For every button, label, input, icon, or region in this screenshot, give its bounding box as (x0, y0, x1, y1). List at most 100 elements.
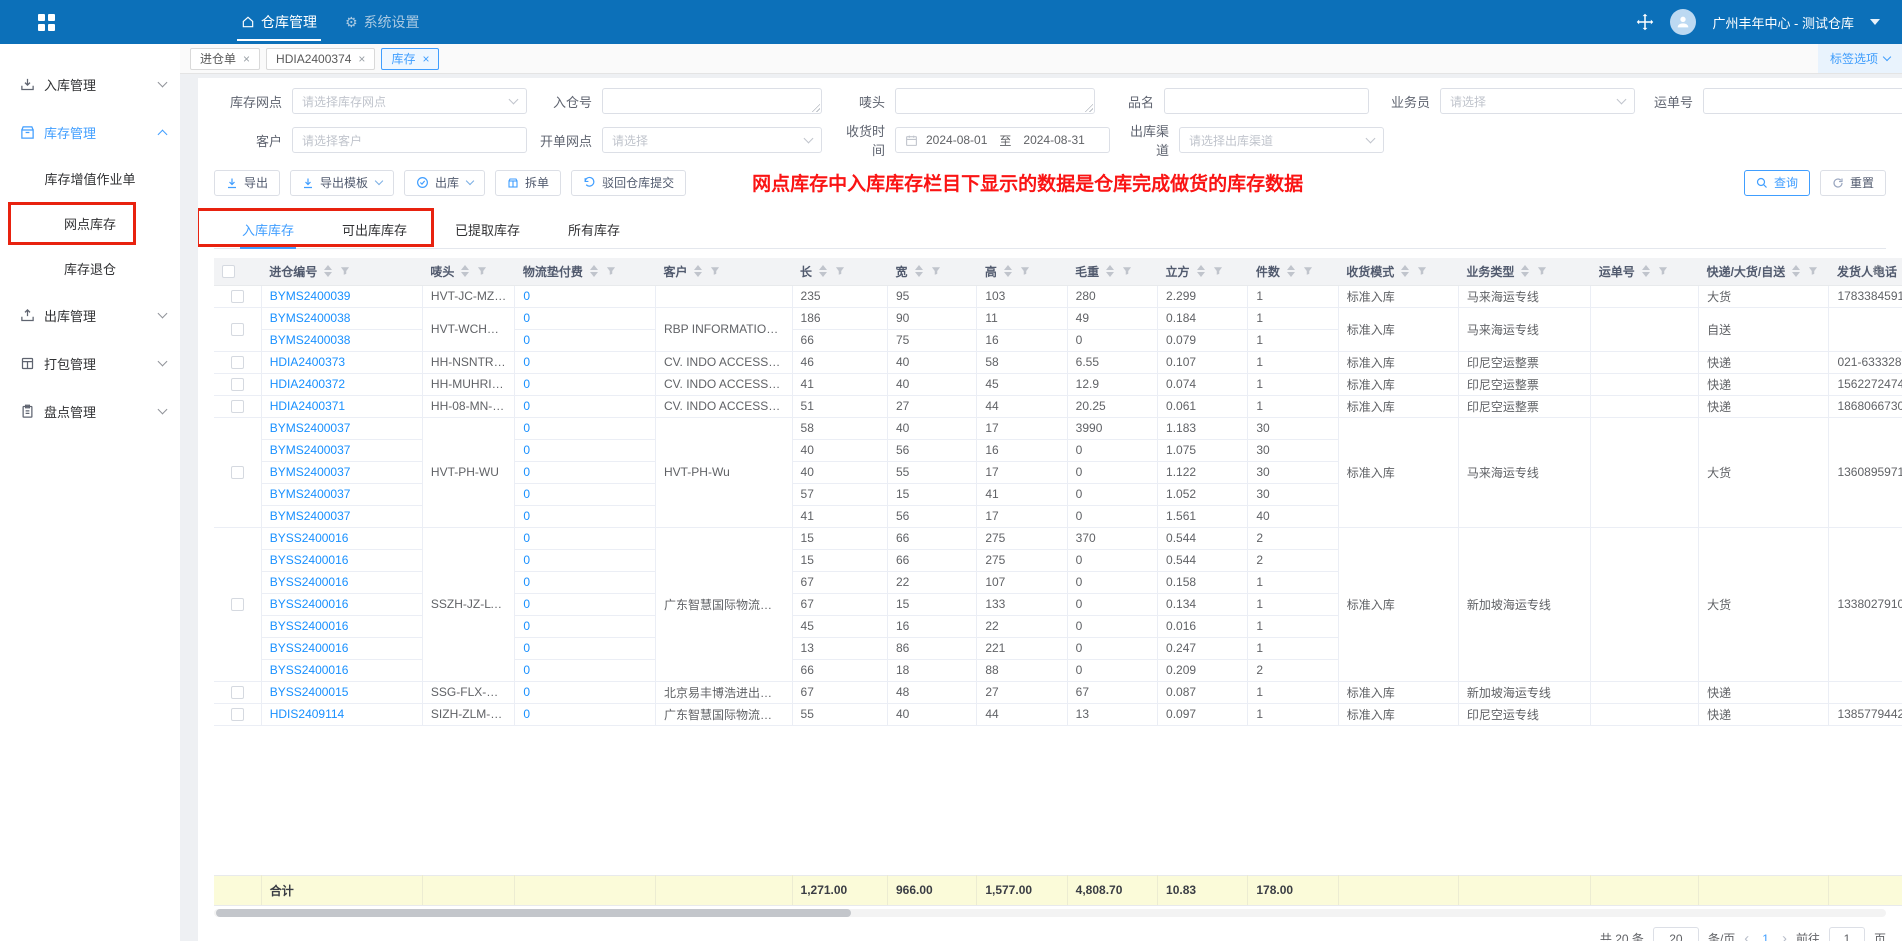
sort-icon[interactable] (590, 265, 598, 277)
filter-funnel-icon[interactable] (606, 266, 616, 276)
move-icon[interactable] (1636, 13, 1654, 31)
next-page-icon[interactable]: › (1782, 930, 1787, 941)
page-size-input[interactable]: 20 (1653, 927, 1699, 941)
fee-link[interactable]: 0 (523, 707, 530, 721)
column-header-pcs[interactable]: 件数 (1248, 258, 1338, 285)
entry-code-link[interactable]: BYSS2400016 (270, 575, 349, 589)
fee-link[interactable]: 0 (523, 487, 530, 501)
user-warehouse-label[interactable]: 广州丰年中心 - 测试仓库 (1712, 13, 1854, 32)
table-row[interactable]: BYSS2400016SSZH-JZ-LYGJ03980广东智慧国际物流有限..… (214, 527, 1902, 549)
sidebar-subitem-site-inventory[interactable]: 网点库存 (0, 201, 180, 246)
sort-icon[interactable] (324, 265, 332, 277)
column-header-waybill[interactable]: 运单号 (1591, 258, 1699, 285)
fee-link[interactable]: 0 (523, 465, 530, 479)
nav-item-settings[interactable]: ⚙ 系统设置 (331, 0, 434, 44)
tab-inventory[interactable]: 库存 × (381, 48, 439, 70)
resize-handle[interactable] (811, 103, 820, 112)
filter-funnel-icon[interactable] (1808, 266, 1818, 276)
table-row[interactable]: HDIA2400371HH-08-MN-FERRY0CV. INDO ACCES… (214, 395, 1902, 417)
row-checkbox[interactable] (231, 598, 244, 611)
fee-link[interactable]: 0 (523, 531, 530, 545)
scrollbar-thumb[interactable] (216, 909, 851, 917)
filter-funnel-icon[interactable] (1658, 266, 1668, 276)
close-icon[interactable]: × (243, 52, 250, 66)
reset-button[interactable]: 重置 (1820, 170, 1886, 196)
row-checkbox[interactable] (231, 323, 244, 336)
entry-code-link[interactable]: BYSS2400016 (270, 663, 349, 677)
fee-link[interactable]: 0 (523, 619, 530, 633)
sort-icon[interactable] (1004, 265, 1012, 277)
subtab-all-inventory[interactable]: 所有库存 (566, 211, 622, 248)
sort-icon[interactable] (694, 265, 702, 277)
fee-link[interactable]: 0 (523, 399, 530, 413)
column-header-weight[interactable]: 毛重 (1067, 258, 1157, 285)
sidebar-item-outbound[interactable]: 出库管理 (0, 291, 180, 339)
entry-code-link[interactable]: BYMS2400037 (270, 465, 351, 479)
warehouse-entry-no-input[interactable] (602, 88, 822, 114)
row-checkbox[interactable] (231, 356, 244, 369)
column-header-mark[interactable]: 唛头 (422, 258, 514, 285)
current-page[interactable]: 1 (1758, 932, 1773, 941)
product-name-input[interactable] (1164, 88, 1369, 114)
filter-funnel-icon[interactable] (340, 266, 350, 276)
entry-code-link[interactable]: BYSS2400016 (270, 597, 349, 611)
fee-link[interactable]: 0 (523, 377, 530, 391)
select-all-checkbox[interactable] (222, 265, 235, 278)
horizontal-scrollbar[interactable] (214, 909, 1886, 917)
apps-grid-icon[interactable] (38, 14, 55, 31)
tag-options-button[interactable]: 标签选项 (1818, 44, 1902, 73)
salesman-select[interactable]: 请选择 (1440, 88, 1635, 114)
fee-link[interactable]: 0 (523, 421, 530, 435)
shipping-mark-input[interactable] (895, 88, 1095, 114)
column-header-len[interactable]: 长 (792, 258, 887, 285)
fee-link[interactable]: 0 (523, 355, 530, 369)
table-row[interactable]: BYMS2400038HVT-WCHA-NEWAY0RBP INFORMATIO… (214, 307, 1902, 329)
column-header-delivery[interactable]: 快递/大货/自送 (1699, 258, 1829, 285)
column-header-fee[interactable]: 物流垫付费 (515, 258, 656, 285)
query-button[interactable]: 查询 (1744, 170, 1810, 196)
close-icon[interactable]: × (422, 52, 429, 66)
column-header-biztype[interactable]: 业务类型 (1458, 258, 1590, 285)
column-header-cbm[interactable]: 立方 (1158, 258, 1248, 285)
split-order-button[interactable]: 拆单 (495, 170, 561, 196)
nav-item-warehouse[interactable]: 仓库管理 (227, 0, 331, 44)
waybill-no-input[interactable] (1703, 88, 1902, 114)
entry-code-link[interactable]: BYMS2400037 (270, 509, 351, 523)
sidebar-item-inventory[interactable]: 库存管理 (0, 108, 180, 156)
column-header-hgt[interactable]: 高 (977, 258, 1067, 285)
entry-code-link[interactable]: BYSS2400016 (270, 641, 349, 655)
fee-link[interactable]: 0 (523, 663, 530, 677)
fee-link[interactable]: 0 (523, 289, 530, 303)
tab-inbound-order[interactable]: 进仓单 × (190, 48, 260, 70)
entry-code-link[interactable]: HDIA2400372 (270, 377, 345, 391)
entry-code-link[interactable]: HDIA2400371 (270, 399, 345, 413)
filter-funnel-icon[interactable] (931, 266, 941, 276)
entry-code-link[interactable]: HDIA2400373 (270, 355, 345, 369)
filter-funnel-icon[interactable] (1122, 266, 1132, 276)
entry-code-link[interactable]: BYMS2400037 (270, 443, 351, 457)
filter-funnel-icon[interactable] (835, 266, 845, 276)
entry-code-link[interactable]: BYMS2400038 (270, 333, 351, 347)
subtab-inbound-inventory[interactable]: 入库库存 (240, 211, 296, 248)
sidebar-subitem-value-added-order[interactable]: 库存增值作业单 (0, 156, 180, 201)
table-row[interactable]: BYMS2400037HVT-PH-WU0HVT-PH-Wu5840173990… (214, 417, 1902, 439)
reject-submit-button[interactable]: 驳回仓库提交 (571, 170, 686, 196)
fee-link[interactable]: 0 (523, 597, 530, 611)
sidebar-item-packing[interactable]: 打包管理 (0, 339, 180, 387)
table-row[interactable]: BYSS2400015SSG-FLX-MZKR0北京易丰博浩进出口有...674… (214, 681, 1902, 703)
filter-funnel-icon[interactable] (710, 266, 720, 276)
column-header-code[interactable]: 进仓编号 (261, 258, 422, 285)
column-header-customer[interactable]: 客户 (655, 258, 792, 285)
fee-link[interactable]: 0 (523, 333, 530, 347)
entry-code-link[interactable]: BYSS2400016 (270, 553, 349, 567)
avatar[interactable] (1670, 9, 1696, 35)
entry-code-link[interactable]: BYMS2400038 (270, 311, 351, 325)
row-checkbox[interactable] (231, 290, 244, 303)
filter-funnel-icon[interactable] (1417, 266, 1427, 276)
fee-link[interactable]: 0 (523, 685, 530, 699)
sidebar-subitem-inventory-return[interactable]: 库存退仓 (0, 246, 180, 291)
table-row[interactable]: HDIA2400373HH-NSNTR100CV. INDO ACCESSORI… (214, 351, 1902, 373)
entry-code-link[interactable]: HDIS2409114 (270, 707, 345, 721)
filter-funnel-icon[interactable] (477, 266, 487, 276)
tab-hdia2400374[interactable]: HDIA2400374 × (266, 48, 375, 70)
